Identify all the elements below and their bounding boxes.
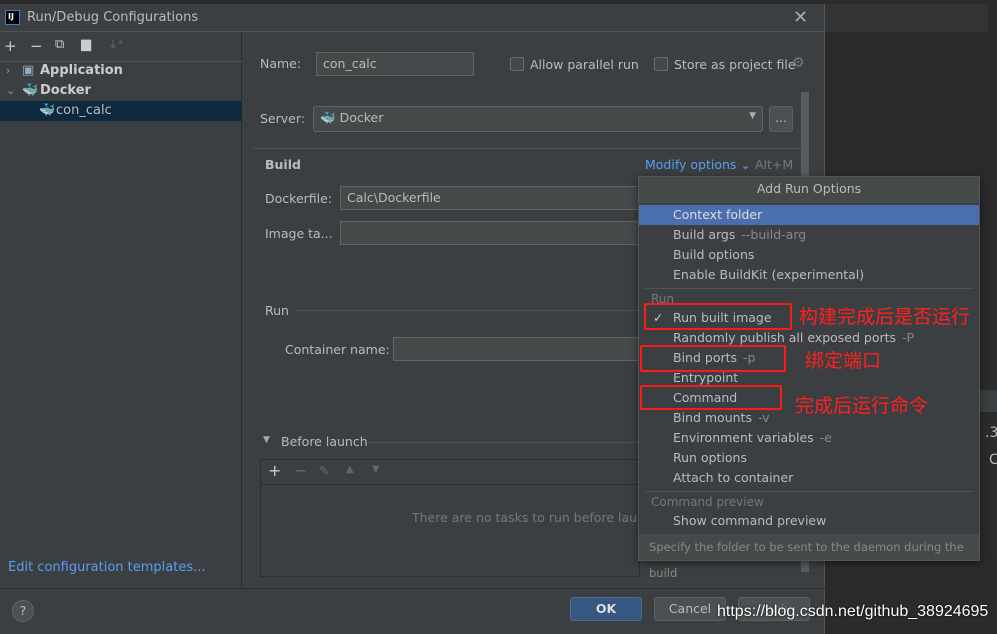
tree-item-docker[interactable]: ⌄ 🐳 Docker xyxy=(0,81,242,101)
add-icon[interactable]: + xyxy=(4,37,17,55)
background-editor-strip xyxy=(825,4,988,32)
store-project-checkbox[interactable] xyxy=(654,57,668,71)
annotation-bind-ports: 绑定端口 xyxy=(805,350,882,372)
server-label: Server: xyxy=(260,111,305,126)
no-tasks-text: There are no tasks to run before launch xyxy=(412,510,640,525)
chevron-right-icon: › xyxy=(6,64,11,77)
container-name-input[interactable] xyxy=(393,337,640,361)
modify-options-shortcut: Alt+M xyxy=(755,157,794,172)
background-text: .3 xyxy=(985,425,997,441)
menu-item-attach-to-container[interactable]: Attach to container xyxy=(639,468,979,488)
docker-icon: 🐳 xyxy=(39,103,56,118)
collapse-triangle-icon[interactable]: ▼ xyxy=(263,435,270,445)
docker-icon: 🐳 xyxy=(320,110,336,125)
application-icon: ▣ xyxy=(22,63,35,78)
add-task-icon[interactable]: + xyxy=(268,461,281,480)
config-tree-panel: + − ⧉ ▆ ↓ᵃ › ▣ Application ⌄ 🐳 Docker 🐳 … xyxy=(0,33,242,588)
menu-item-build-options[interactable]: Build options xyxy=(639,245,979,265)
help-button[interactable]: ? xyxy=(12,600,34,622)
store-project-label: Store as project file xyxy=(674,57,796,72)
title-bar: IJ Run/Debug Configurations ✕ xyxy=(0,4,825,32)
chevron-down-icon: ⌄ xyxy=(6,84,16,97)
dockerfile-input[interactable]: Calc\Dockerfile xyxy=(340,186,640,210)
annotation-box-bind-ports xyxy=(640,345,786,372)
name-label: Name: xyxy=(260,56,302,71)
tree-label: Docker xyxy=(40,83,91,98)
background-text: C xyxy=(989,452,997,468)
allow-parallel-checkbox[interactable] xyxy=(510,57,524,71)
server-value: Docker xyxy=(339,110,384,125)
image-tag-input[interactable] xyxy=(340,221,640,245)
allow-parallel-label: Allow parallel run xyxy=(530,57,639,72)
edit-templates-link[interactable]: Edit configuration templates... xyxy=(8,560,206,575)
menu-item-environment-variables[interactable]: Environment variables -e xyxy=(639,428,979,448)
annotation-box-run-built-image xyxy=(644,303,792,330)
annotation-box-command xyxy=(640,385,782,410)
before-launch-panel: + − ✎ ▲ ▼ There are no tasks to run befo… xyxy=(260,459,641,577)
dockerfile-label: Dockerfile: xyxy=(265,191,333,206)
dropdown-arrow-icon: ▼ xyxy=(749,111,756,121)
copy-icon[interactable]: ⧉ xyxy=(55,37,64,52)
name-input[interactable]: con_calc xyxy=(316,52,474,76)
ok-button[interactable]: OK xyxy=(570,597,642,621)
tree-label: Application xyxy=(40,63,123,78)
remove-icon[interactable]: − xyxy=(30,37,43,55)
dialog-title: Run/Debug Configurations xyxy=(27,10,199,25)
browse-button[interactable]: ... xyxy=(769,106,793,132)
menu-item-show-command-preview[interactable]: Show command preview xyxy=(639,511,979,531)
menu-item-context-folder[interactable]: Context folder xyxy=(639,205,979,225)
annotation-run-built: 构建完成后是否运行 xyxy=(799,306,971,328)
move-down-icon[interactable]: ▼ xyxy=(372,464,380,475)
folder-add-icon[interactable]: ▆ xyxy=(81,37,91,52)
build-heading: Build xyxy=(265,157,301,172)
menu-group-command-preview: Command preview xyxy=(651,495,764,509)
image-tag-label: Image ta... xyxy=(265,226,333,241)
sort-icon[interactable]: ↓ᵃ xyxy=(108,37,123,51)
annotation-command: 完成后运行命令 xyxy=(795,395,929,417)
gear-icon[interactable]: ⚙ xyxy=(792,55,805,71)
menu-item-run-options[interactable]: Run options xyxy=(639,448,979,468)
popup-title: Add Run Options xyxy=(639,177,979,203)
server-select[interactable]: 🐳 Docker ▼ xyxy=(313,106,763,132)
close-icon[interactable]: ✕ xyxy=(793,7,808,28)
menu-item-build-args[interactable]: Build args --build-arg xyxy=(639,225,979,245)
watermark: https://blog.csdn.net/github_38924695 xyxy=(717,603,989,620)
before-launch-heading: Before launch xyxy=(281,434,368,449)
popup-footer-hint: Specify the folder to be sent to the dae… xyxy=(639,534,979,580)
tree-item-con-calc[interactable]: 🐳 con_calc xyxy=(0,101,242,121)
move-up-icon[interactable]: ▲ xyxy=(346,464,354,475)
container-name-label: Container name: xyxy=(285,342,390,357)
edit-task-icon[interactable]: ✎ xyxy=(319,463,329,478)
tree-label: con_calc xyxy=(56,103,112,118)
cancel-button[interactable]: Cancel xyxy=(654,597,726,621)
docker-icon: 🐳 xyxy=(22,83,39,98)
run-heading: Run xyxy=(265,303,289,318)
intellij-logo-icon: IJ xyxy=(5,10,20,25)
remove-task-icon[interactable]: − xyxy=(294,461,307,480)
modify-options-link[interactable]: Modify options ⌄ xyxy=(645,157,751,172)
tree-item-application[interactable]: › ▣ Application xyxy=(0,61,242,81)
menu-item-enable-buildkit[interactable]: Enable BuildKit (experimental) xyxy=(639,265,979,285)
